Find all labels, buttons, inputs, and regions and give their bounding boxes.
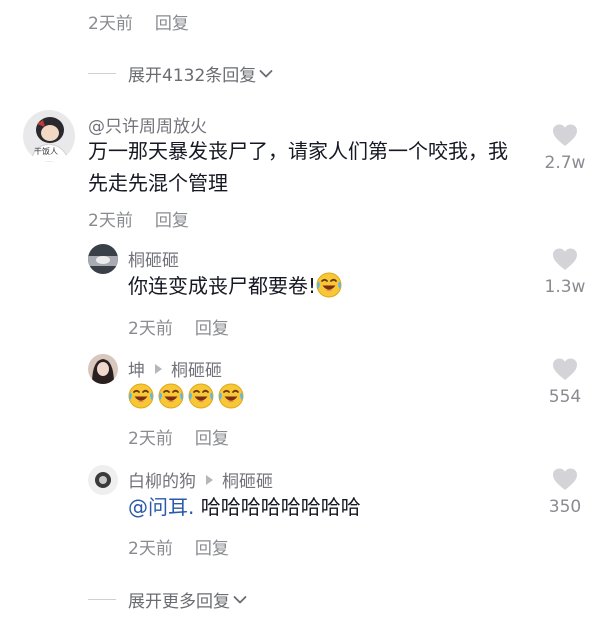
avatar[interactable]: 干饭人 (23, 110, 75, 162)
comment-meta: 2天前 回复 (88, 206, 189, 231)
avatar-caption: 干饭人 (34, 147, 58, 156)
heart-icon[interactable] (552, 248, 578, 271)
like-button[interactable]: 2.7w (535, 124, 595, 173)
comment-text: 万一那天暴发丧尸了，请家人们第一个咬我，我先走先混个管理 (88, 139, 508, 195)
chevron-down-icon (233, 595, 247, 605)
reply-username[interactable]: 白柳的狗 桐砸砸 (128, 467, 273, 492)
triangle-right-icon (206, 474, 213, 485)
username[interactable]: 白柳的狗 (128, 467, 196, 492)
heart-icon[interactable] (552, 358, 578, 381)
timestamp: 2天前 (128, 319, 173, 339)
username[interactable]: @只许周周放火 (88, 112, 207, 137)
reply-text: 你连变成丧尸都要卷! (128, 270, 346, 302)
like-count: 1.3w (544, 277, 586, 297)
comment-username[interactable]: @只许周周放火 (88, 112, 207, 137)
reply-button[interactable]: 回复 (155, 14, 189, 34)
heart-icon[interactable] (552, 468, 578, 491)
reply-username[interactable]: 坤 桐砸砸 (128, 356, 222, 381)
reply-to-username[interactable]: 桐砸砸 (222, 467, 273, 492)
crying-laughing-emoji-icon (188, 383, 214, 409)
reply-text-body: 哈哈哈哈哈哈哈哈 (194, 495, 361, 519)
crying-laughing-emoji-icon (316, 272, 342, 298)
reply-text (128, 381, 248, 413)
triangle-right-icon (155, 363, 162, 374)
reply-button[interactable]: 回复 (155, 211, 189, 231)
expand-more-replies-button[interactable]: 展开更多回复 (88, 587, 247, 612)
divider-dash (88, 599, 116, 600)
like-button[interactable]: 350 (535, 468, 595, 517)
expand-replies-button[interactable]: 展开4132条回复 (88, 61, 273, 86)
reply-text: @问耳. 哈哈哈哈哈哈哈哈 (128, 491, 361, 523)
reply-button[interactable]: 回复 (195, 319, 229, 339)
reply-button[interactable]: 回复 (195, 429, 229, 449)
like-button[interactable]: 1.3w (535, 248, 595, 297)
divider-dash (88, 73, 116, 74)
username[interactable]: 坤 (128, 356, 145, 381)
reply-meta: 2天前 回复 (128, 424, 229, 449)
like-count: 2.7w (544, 153, 586, 173)
expand-more-label: 展开更多回复 (128, 592, 230, 612)
crying-laughing-emoji-icon (218, 383, 244, 409)
avatar[interactable] (88, 244, 118, 274)
timestamp: 2天前 (128, 539, 173, 559)
expand-replies-label: 展开4132条回复 (128, 66, 257, 86)
mention-link[interactable]: @问耳. (128, 495, 194, 519)
like-button[interactable]: 554 (535, 358, 595, 407)
timestamp: 2天前 (88, 211, 133, 231)
avatar[interactable] (88, 354, 118, 384)
reply-to-username[interactable]: 桐砸砸 (171, 356, 222, 381)
username[interactable]: 桐砸砸 (128, 246, 179, 271)
prev-comment-meta: 2天前 回复 (88, 9, 189, 34)
heart-icon[interactable] (552, 124, 578, 147)
avatar[interactable] (88, 465, 118, 495)
reply-text-body: 你连变成丧尸都要卷! (128, 274, 317, 298)
reply-meta: 2天前 回复 (128, 534, 229, 559)
crying-laughing-emoji-icon (128, 383, 154, 409)
crying-laughing-emoji-icon (158, 383, 184, 409)
chevron-down-icon (259, 69, 273, 79)
like-count: 350 (548, 497, 582, 517)
reply-meta: 2天前 回复 (128, 314, 229, 339)
like-count: 554 (548, 387, 582, 407)
reply-button[interactable]: 回复 (195, 539, 229, 559)
reply-username[interactable]: 桐砸砸 (128, 246, 179, 271)
timestamp: 2天前 (88, 14, 133, 34)
timestamp: 2天前 (128, 429, 173, 449)
